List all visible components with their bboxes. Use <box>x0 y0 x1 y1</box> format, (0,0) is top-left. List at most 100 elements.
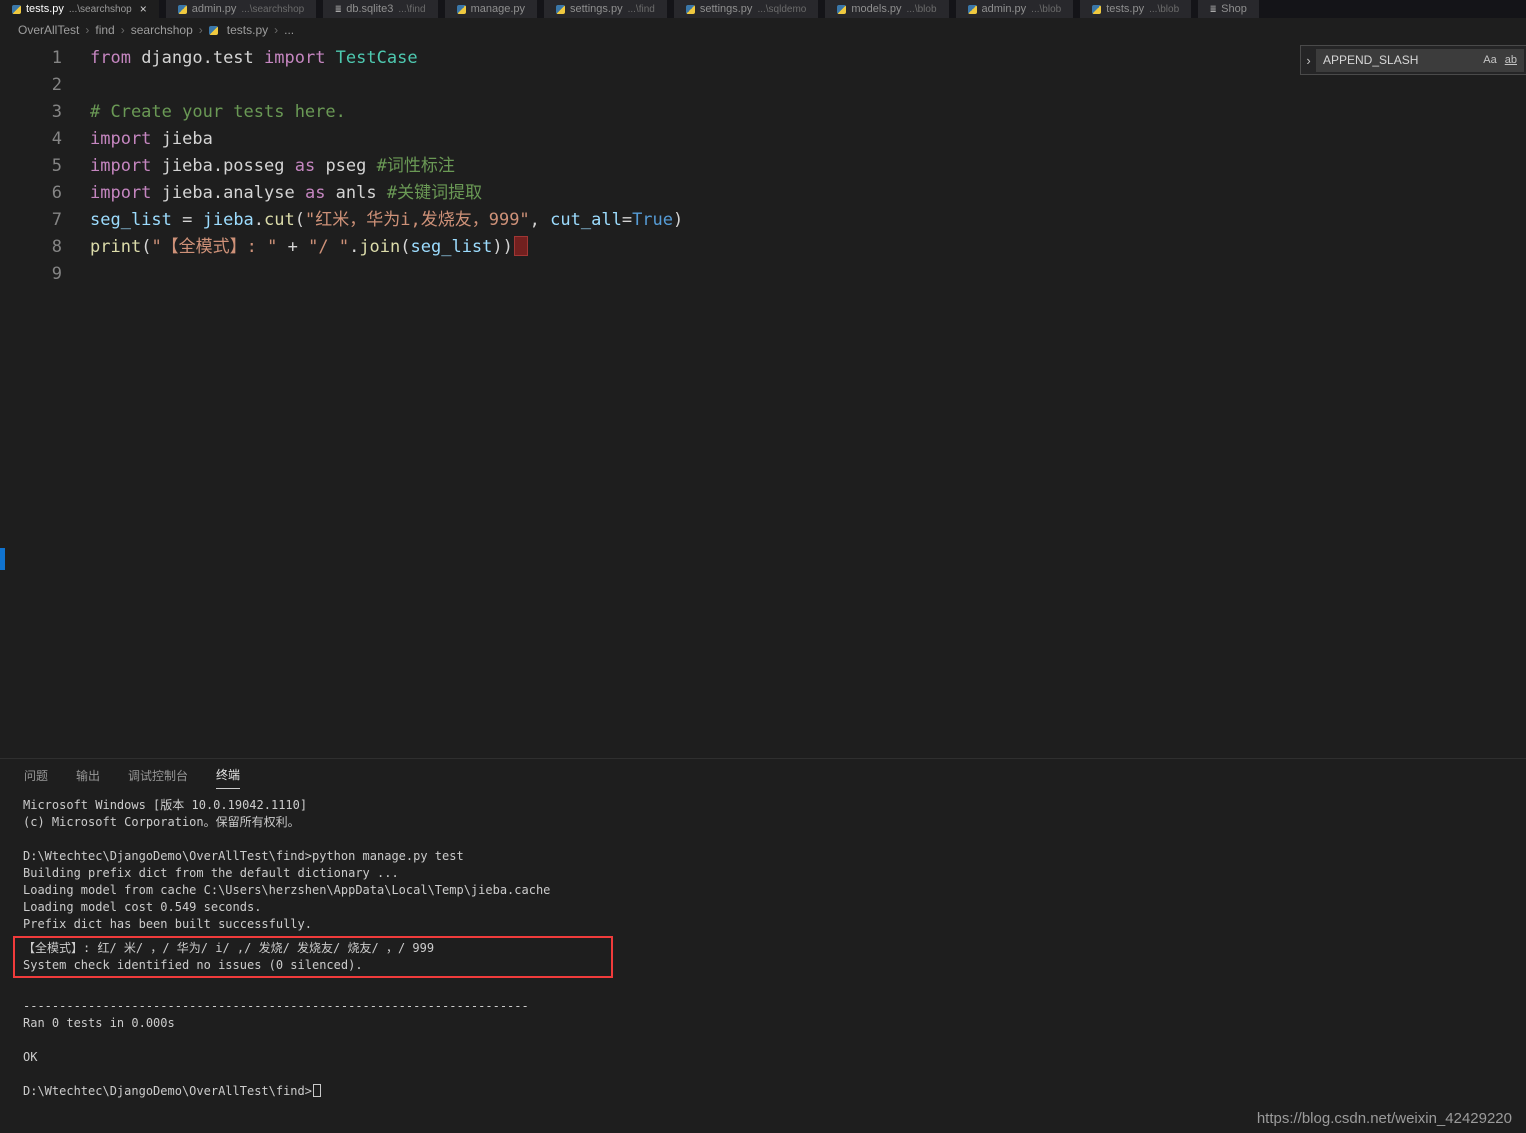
tab-models.py[interactable]: models.py...\blob <box>825 0 948 18</box>
line-number: 8 <box>0 234 62 261</box>
terminal-line <box>23 831 1526 848</box>
code-token: = <box>182 210 202 230</box>
code-text: import jieba.posseg as pseg #词性标注 <box>90 153 455 180</box>
tab-label: db.sqlite3 <box>346 3 393 15</box>
terminal-line: 【全模式】: 红/ 米/ ，/ 华为/ i/ ,/ 发烧/ 发烧友/ 烧友/ ，… <box>23 940 611 957</box>
line-number: 4 <box>0 126 62 153</box>
panel-tabs: 问题输出调试控制台终端 <box>0 759 1526 789</box>
code-token: join <box>359 237 400 257</box>
python-icon <box>686 5 695 14</box>
tab-path: ...\find <box>628 4 655 15</box>
code-token: import <box>264 48 336 68</box>
code-token: as <box>295 156 326 176</box>
code-text: import jieba <box>90 126 213 153</box>
code-token: ) <box>673 210 683 230</box>
tab-tests.py[interactable]: tests.py ...\blob <box>1080 0 1191 18</box>
terminal[interactable]: Microsoft Windows [版本 10.0.19042.1110](c… <box>0 789 1526 1100</box>
code-text: import jieba.analyse as anls #关键词提取 <box>90 180 482 207</box>
breadcrumb-item-tests.py[interactable]: tests.py <box>209 23 268 37</box>
code-token: jieba <box>162 129 213 149</box>
breadcrumb: OverAllTest›find›searchshop›tests.py›... <box>0 18 1526 42</box>
editor-cursor <box>514 236 528 256</box>
tab-label: tests.py <box>1106 3 1144 15</box>
find-widget[interactable]: › APPEND_SLASH Aa ab <box>1300 45 1526 75</box>
panel-tab-终端[interactable]: 终端 <box>216 759 240 789</box>
code-line: 1from django.test import TestCase <box>0 45 1526 72</box>
code-line: 7seg_list = jieba.cut("红米，华为i,发烧友，999", … <box>0 207 1526 234</box>
code-token: "/ " <box>308 237 349 257</box>
match-case-icon[interactable]: Aa <box>1480 53 1499 67</box>
code-token: django.test <box>141 48 264 68</box>
terminal-line: D:\Wtechtec\DjangoDemo\OverAllTest\find> <box>23 1083 1526 1100</box>
tab-label: Shop <box>1221 3 1247 15</box>
breadcrumb-label: find <box>95 23 114 37</box>
python-icon <box>837 5 846 14</box>
whole-word-icon[interactable]: ab <box>1502 53 1520 67</box>
python-icon <box>556 5 565 14</box>
breadcrumb-item-searchshop[interactable]: searchshop <box>131 23 193 37</box>
terminal-line <box>23 1066 1526 1083</box>
code-line: 8print("【全模式】: " + "/ ".join(seg_list)) <box>0 234 1526 261</box>
panel-tab-调试控制台[interactable]: 调试控制台 <box>128 760 188 789</box>
tab-settings.py[interactable]: settings.py...\find <box>544 0 667 18</box>
breadcrumb-item-OverAllTest[interactable]: OverAllTest <box>18 23 79 37</box>
tab-label: manage.py <box>471 3 525 15</box>
code-editor[interactable]: 1from django.test import TestCase23# Cre… <box>0 42 1526 758</box>
python-icon <box>968 5 977 14</box>
code-token: print <box>90 237 141 257</box>
terminal-line: Prefix dict has been built successfully. <box>23 916 1526 933</box>
breadcrumb-label: ... <box>284 23 294 37</box>
tab-manage.py[interactable]: manage.py <box>445 0 537 18</box>
breadcrumb-label: searchshop <box>131 23 193 37</box>
line-number: 5 <box>0 153 62 180</box>
line-number: 9 <box>0 261 62 288</box>
code-token: "【全模式】: " <box>151 237 277 257</box>
chevron-right-icon[interactable]: › <box>1301 53 1316 68</box>
breadcrumb-item-find[interactable]: find <box>95 23 114 37</box>
code-token: . <box>349 237 359 257</box>
breadcrumb-item-...[interactable]: ... <box>284 23 294 37</box>
code-token: . <box>254 210 264 230</box>
database-icon: ≣ <box>335 4 341 15</box>
tab-db.sqlite3[interactable]: ≣db.sqlite3...\find <box>323 0 437 18</box>
code-token: jieba <box>203 210 254 230</box>
tab-admin.py[interactable]: admin.py...\searchshop <box>166 0 316 18</box>
code-line: 3# Create your tests here. <box>0 99 1526 126</box>
tab-settings.py[interactable]: settings.py...\sqldemo <box>674 0 819 18</box>
terminal-line: (c) Microsoft Corporation。保留所有权利。 <box>23 814 1526 831</box>
code-token: jieba.analyse <box>162 183 305 203</box>
find-input[interactable]: APPEND_SLASH Aa ab <box>1316 49 1524 72</box>
code-line: 2 <box>0 72 1526 99</box>
tab-label: tests.py <box>26 3 64 15</box>
tab-label: admin.py <box>982 3 1027 15</box>
code-token: import <box>90 156 162 176</box>
tab-path: ...\searchshop <box>241 4 304 15</box>
code-token: from <box>90 48 141 68</box>
code-text: print("【全模式】: " + "/ ".join(seg_list)) <box>90 234 528 261</box>
code-area[interactable]: 1from django.test import TestCase23# Cre… <box>0 45 1526 288</box>
panel-tab-问题[interactable]: 问题 <box>24 760 48 789</box>
tab-Shop[interactable]: ≣Shop <box>1198 0 1259 18</box>
python-icon <box>178 5 187 14</box>
tab-admin.py[interactable]: admin.py...\blob <box>956 0 1074 18</box>
terminal-line <box>23 981 1526 998</box>
chevron-right-icon: › <box>121 23 125 37</box>
code-line: 5 import jieba.posseg as pseg #词性标注 <box>0 153 1526 180</box>
tab-path: ...\blob <box>1149 4 1179 15</box>
terminal-line: OK <box>23 1049 1526 1066</box>
code-token: as <box>305 183 336 203</box>
line-number: 6 <box>0 180 62 207</box>
line-number: 7 <box>0 207 62 234</box>
tab-path: ...\searchshop <box>69 4 132 15</box>
code-line: 6 import jieba.analyse as anls #关键词提取 <box>0 180 1526 207</box>
code-token: import <box>90 129 162 149</box>
code-token: ( <box>400 237 410 257</box>
python-icon <box>12 5 21 14</box>
code-token: # Create your tests here. <box>90 102 346 122</box>
code-token: ( <box>295 210 305 230</box>
code-text: # Create your tests here. <box>90 99 346 126</box>
close-icon[interactable]: × <box>140 2 147 16</box>
panel-tab-输出[interactable]: 输出 <box>76 760 100 789</box>
code-token: cut_all <box>550 210 622 230</box>
tab-tests.py[interactable]: tests.py ...\searchshop × <box>0 0 159 18</box>
